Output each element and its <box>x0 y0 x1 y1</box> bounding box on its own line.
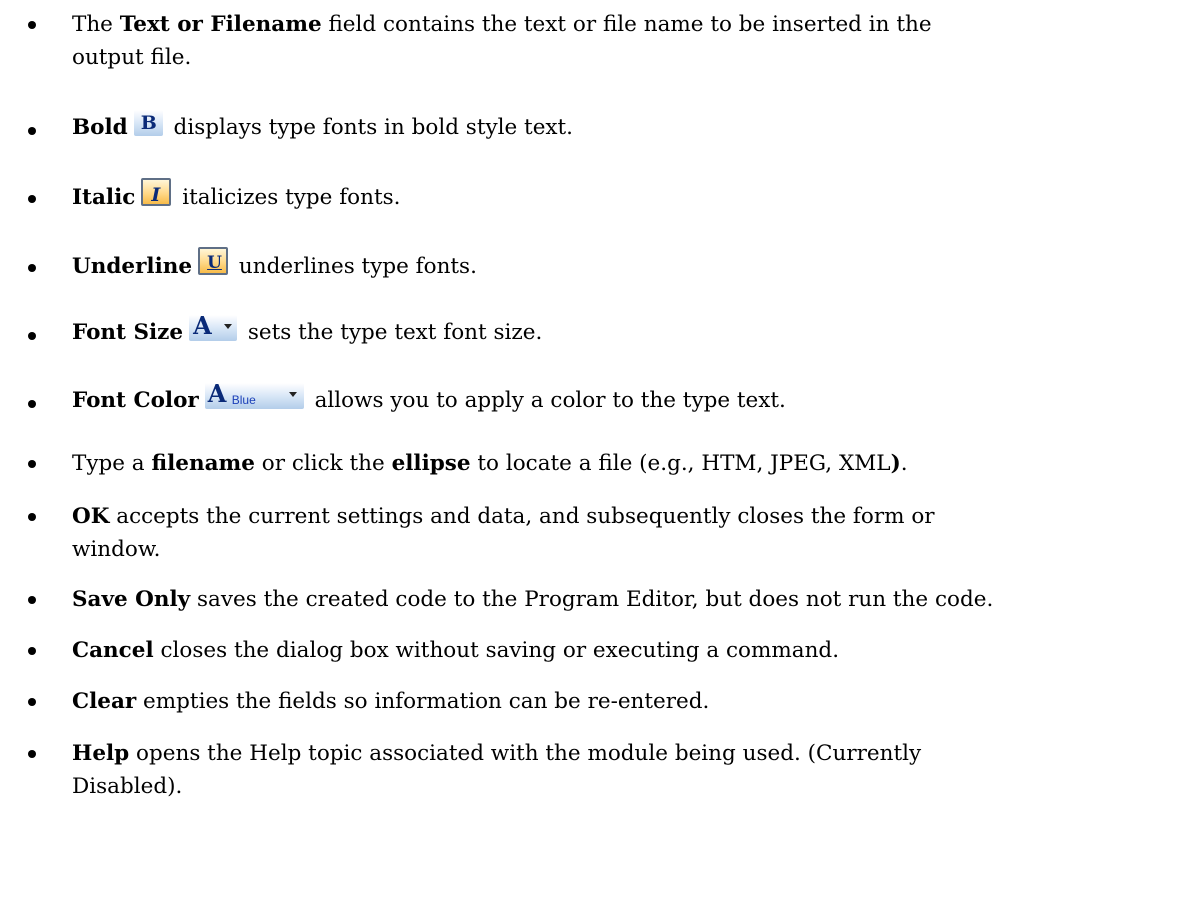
bullet-marker <box>28 195 36 203</box>
term-save-only: Save Only <box>72 587 191 612</box>
item-text: Bold B displays type fonts in bold style … <box>72 110 574 140</box>
term-font-color: Font Color <box>72 388 199 413</box>
item-text: Save Only saves the created code to the … <box>72 587 994 612</box>
bullet-marker <box>28 264 36 272</box>
bullet-marker <box>28 596 36 604</box>
bullet-marker <box>28 400 36 408</box>
item-text: OK accepts the current settings and data… <box>72 504 935 562</box>
item-text: The Text or Filename field contains the … <box>72 12 932 70</box>
term-clear: Clear <box>72 689 137 714</box>
dropdown-caret-icon <box>288 392 297 397</box>
term-cancel: Cancel <box>72 638 154 663</box>
bullet-marker <box>28 460 36 468</box>
item-text: Type a filename or click the ellipse to … <box>72 451 908 476</box>
bullet-marker <box>28 127 36 135</box>
bold-icon: B <box>133 110 163 136</box>
dropdown-caret-icon <box>224 324 233 329</box>
term-underline: Underline <box>72 254 193 279</box>
term-ok: OK <box>72 504 110 529</box>
bullet-marker <box>28 332 36 340</box>
item-text: Font Color A Blue allows you to apply a co… <box>72 379 786 413</box>
term-text-or-filename: Text or Filename <box>119 12 322 37</box>
font-color-icon: A Blue <box>204 379 304 409</box>
item-text: Font Size A sets the type text font size. <box>72 311 543 345</box>
item-text: Underline U underlines type fonts. <box>72 247 1192 283</box>
term-bold: Bold <box>72 115 128 140</box>
item-text: Italic I italicizes type fonts. <box>72 178 1192 214</box>
bullet-marker <box>28 698 36 706</box>
bullet-marker <box>28 750 36 758</box>
item-text: Clear empties the fields so information … <box>72 689 710 714</box>
font-size-icon: A <box>189 311 238 341</box>
bullet-marker <box>28 513 36 521</box>
bullet-marker <box>28 647 36 655</box>
bullet-marker <box>28 21 36 29</box>
term-filename: filename <box>151 451 255 476</box>
term-font-size: Font Size <box>72 320 184 345</box>
term-ellipse: ellipse <box>391 451 471 476</box>
term-help: Help <box>72 741 130 766</box>
term-italic: Italic <box>72 185 136 210</box>
item-text: Help opens the Help topic associated wit… <box>72 741 922 799</box>
item-text: Cancel closes the dialog box without sav… <box>72 638 840 663</box>
underline-icon: U <box>198 247 229 275</box>
italic-icon: I <box>141 178 172 206</box>
